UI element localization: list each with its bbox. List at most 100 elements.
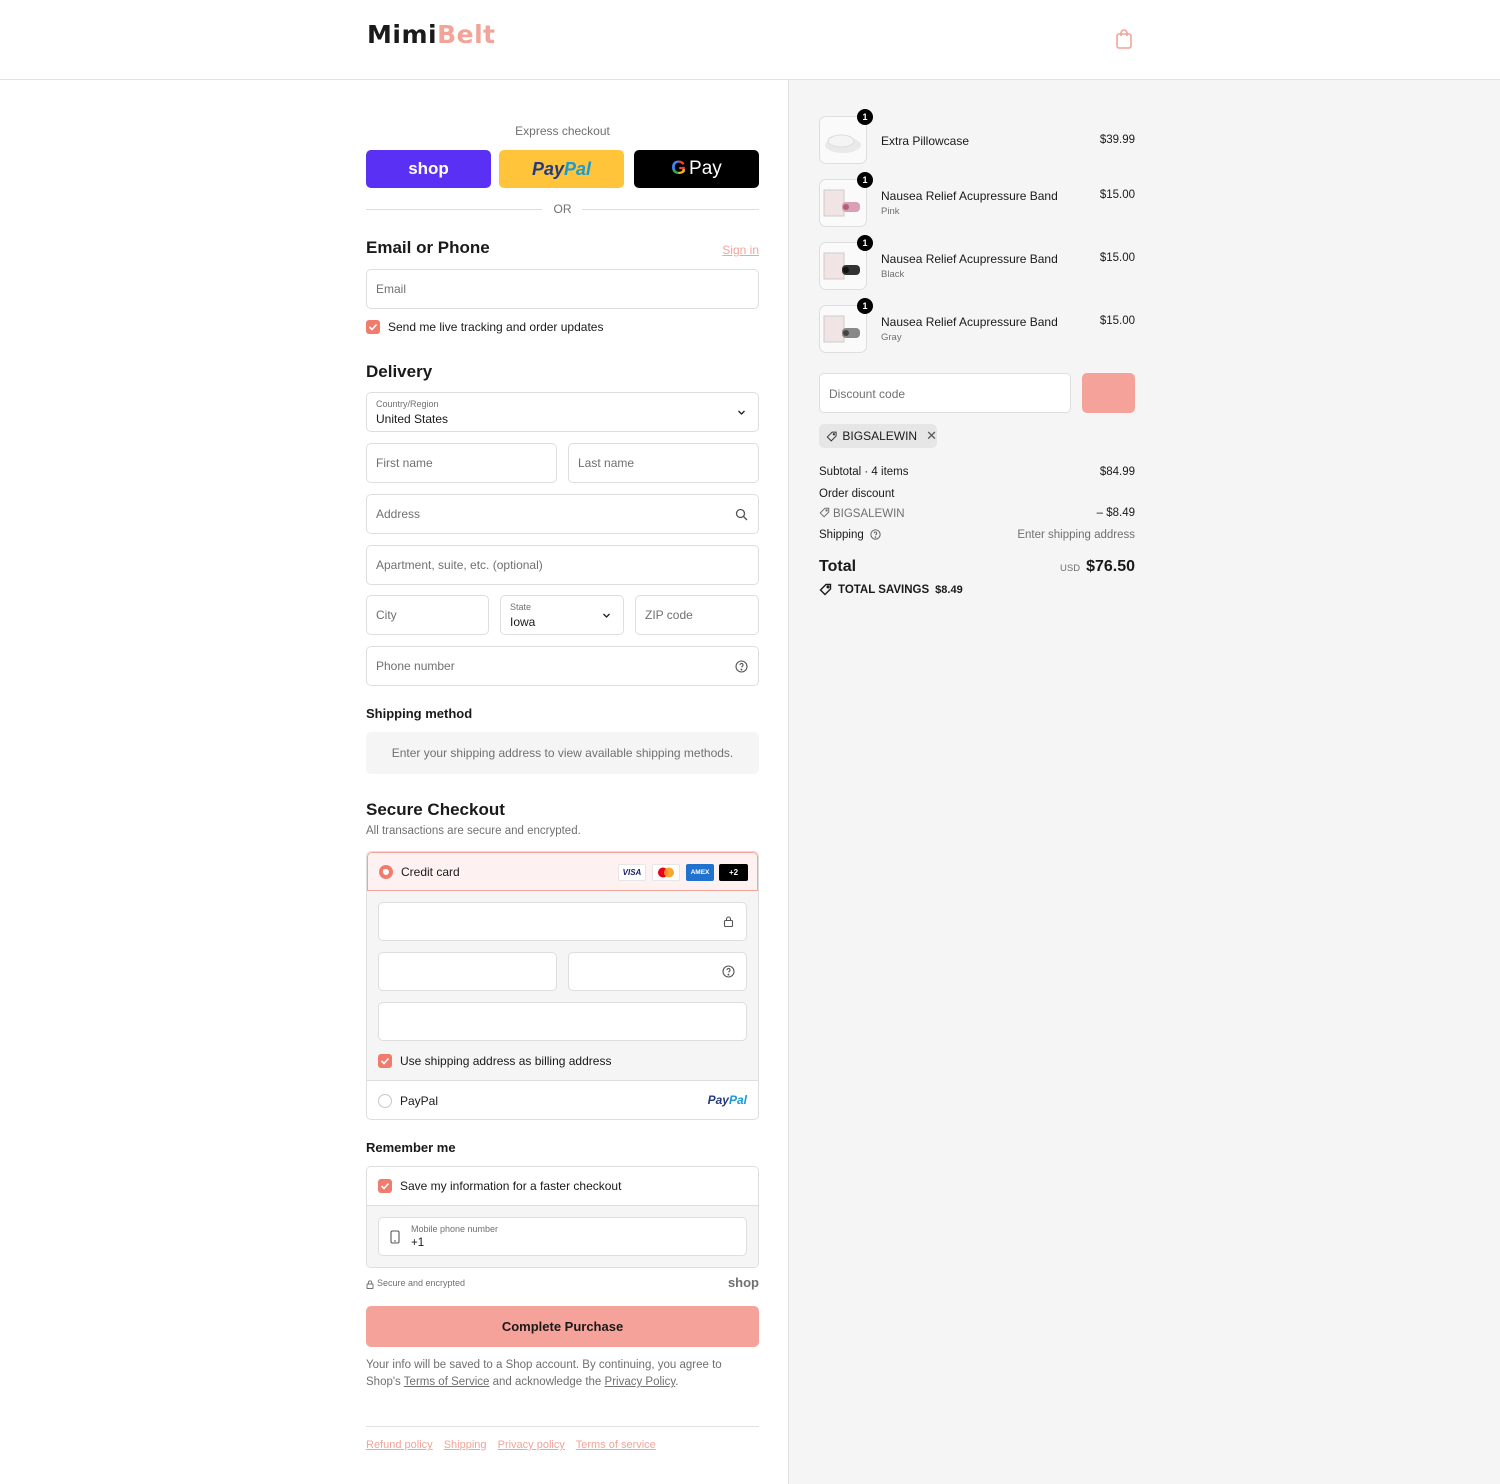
save-info-checkbox[interactable] [378, 1179, 392, 1193]
subtotal-label: Subtotal · 4 items [819, 466, 909, 478]
sign-in-link[interactable]: Sign in [722, 243, 759, 257]
shopping-bag-icon[interactable] [1114, 28, 1134, 50]
billing-checkbox-row[interactable]: Use shipping address as billing address [378, 1054, 611, 1068]
savings-value: $8.49 [935, 583, 963, 596]
item-name: Extra Pillowcase [881, 134, 970, 148]
help-circle-icon[interactable] [870, 529, 881, 540]
shipping-row: Shipping Enter shipping address [819, 529, 1135, 541]
express-checkout-label: Express checkout [515, 124, 610, 138]
subtotal-row: Subtotal · 4 items $84.99 [819, 466, 1135, 478]
save-info-checkbox-row[interactable]: Save my information for a faster checkou… [378, 1179, 621, 1193]
item-price: $15.00 [1099, 315, 1135, 327]
item-price: $39.99 [1099, 134, 1135, 146]
apply-discount-button[interactable] [1082, 373, 1135, 413]
city-placeholder: City [376, 608, 397, 622]
paypal-logo-part1: Pay [707, 1093, 729, 1107]
paypal-option[interactable]: PayPal PayPal [367, 1081, 758, 1119]
footer-divider [366, 1426, 759, 1427]
mobile-phone-value: +1 [411, 1237, 425, 1249]
email-placeholder: Email [376, 282, 407, 296]
google-pay-button[interactable]: G Pay [634, 150, 759, 188]
complete-purchase-button[interactable]: Complete Purchase [366, 1306, 759, 1347]
checkmark-icon [380, 1182, 390, 1190]
address-field[interactable]: Address [366, 494, 759, 534]
footer-link-refund-policy[interactable]: Refund policy [366, 1439, 433, 1451]
mobile-phone-label: Mobile phone number [411, 1224, 499, 1234]
city-field[interactable]: City [366, 595, 489, 635]
email-field[interactable]: Email [366, 269, 759, 309]
help-circle-icon[interactable] [735, 660, 748, 673]
quantity-badge: 1 [857, 235, 873, 251]
save-info-row[interactable]: Save my information for a faster checkou… [367, 1167, 758, 1206]
item-variant: Pink [881, 206, 900, 217]
discount-code-field[interactable]: Discount code [819, 373, 1071, 413]
cart-item: 1 Nausea Relief Acupressure Band Gray $1… [819, 298, 1135, 355]
phone-placeholder: Phone number [376, 659, 455, 673]
zip-field[interactable]: ZIP code [635, 595, 759, 635]
credit-card-radio[interactable] [379, 865, 393, 879]
state-select[interactable]: State Iowa [500, 595, 624, 635]
item-name: Nausea Relief Acupressure Band [881, 315, 1058, 329]
pillow-image [825, 134, 861, 153]
paypal-express-button[interactable]: Pay Pal [499, 150, 624, 188]
first-name-field[interactable]: First name [366, 443, 557, 483]
paypal-radio[interactable] [378, 1094, 392, 1108]
mobile-phone-field[interactable]: Mobile phone number +1 [378, 1217, 747, 1256]
product-thumbnail: 1 [819, 235, 873, 290]
paypal-logo: PayPal [708, 1093, 747, 1107]
updates-checkbox-row[interactable]: Send me live tracking and order updates [366, 320, 603, 334]
subtotal-value: $84.99 [1099, 466, 1135, 478]
last-name-field[interactable]: Last name [568, 443, 759, 483]
brand-logo[interactable]: MimiBelt [367, 20, 496, 49]
checkmark-icon [380, 1057, 390, 1065]
delivery-title: Delivery [366, 362, 433, 381]
updates-checkbox[interactable] [366, 320, 380, 334]
apartment-field[interactable]: Apartment, suite, etc. (optional) [366, 545, 759, 585]
remember-me-box: Save my information for a faster checkou… [366, 1166, 759, 1268]
shipping-method-note: Enter your shipping address to view avai… [366, 732, 759, 774]
acupressure-band-gray-image [823, 315, 860, 343]
item-price: $15.00 [1099, 252, 1135, 264]
footer-link-privacy-policy[interactable]: Privacy policy [498, 1439, 565, 1451]
shipping-method-title: Shipping method [366, 706, 473, 721]
security-code-field[interactable] [568, 952, 747, 991]
cart-item: 1 Extra Pillowcase $39.99 [819, 109, 1135, 166]
item-name: Nausea Relief Acupressure Band [881, 252, 1058, 266]
terms-of-service-link[interactable]: Terms of Service [404, 1376, 490, 1388]
discount-code-label: BIGSALEWIN [833, 508, 905, 520]
help-circle-icon[interactable] [722, 965, 735, 978]
expiration-date-field[interactable] [378, 952, 557, 991]
state-label: State [510, 602, 532, 612]
paypal-label-part1: Pay [531, 158, 564, 179]
legal-text: Your info will be saved to a Shop accoun… [366, 1357, 759, 1391]
footer-link-terms-of-service[interactable]: Terms of service [576, 1439, 656, 1451]
first-name-placeholder: First name [376, 456, 433, 470]
mastercard-logo [652, 864, 680, 881]
or-divider: OR [366, 202, 759, 216]
country-select[interactable]: Country/Region United States [366, 392, 759, 432]
discount-code-row: BIGSALEWIN – $8.49 [819, 507, 1135, 520]
shipping-value: Enter shipping address [1017, 529, 1135, 541]
shop-pay-button[interactable]: shop [366, 150, 491, 188]
card-number-field[interactable] [378, 902, 747, 941]
product-thumbnail: 1 [819, 109, 873, 164]
paypal-label-part2: Pal [564, 158, 592, 179]
site-header: MimiBelt [0, 0, 1500, 80]
tag-icon [826, 431, 837, 442]
or-label: OR [553, 202, 572, 216]
name-on-card-field[interactable] [378, 1002, 747, 1041]
product-thumbnail: 1 [819, 172, 873, 227]
privacy-policy-link[interactable]: Privacy Policy [605, 1376, 676, 1388]
order-discount-label: Order discount [819, 488, 895, 500]
phone-field[interactable]: Phone number [366, 646, 759, 686]
footer-link-shipping[interactable]: Shipping [444, 1439, 487, 1451]
chevron-down-icon [603, 613, 610, 618]
country-label: Country/Region [376, 399, 439, 409]
discount-value: – $8.49 [1096, 507, 1135, 519]
remove-discount-close-icon[interactable]: ✕ [926, 428, 937, 444]
billing-checkbox[interactable] [378, 1054, 392, 1068]
chevron-down-icon [738, 410, 745, 415]
item-name: Nausea Relief Acupressure Band [881, 189, 1058, 203]
tag-icon [819, 583, 832, 596]
credit-card-option[interactable]: Credit card VISA AMEX +2 [367, 852, 758, 891]
